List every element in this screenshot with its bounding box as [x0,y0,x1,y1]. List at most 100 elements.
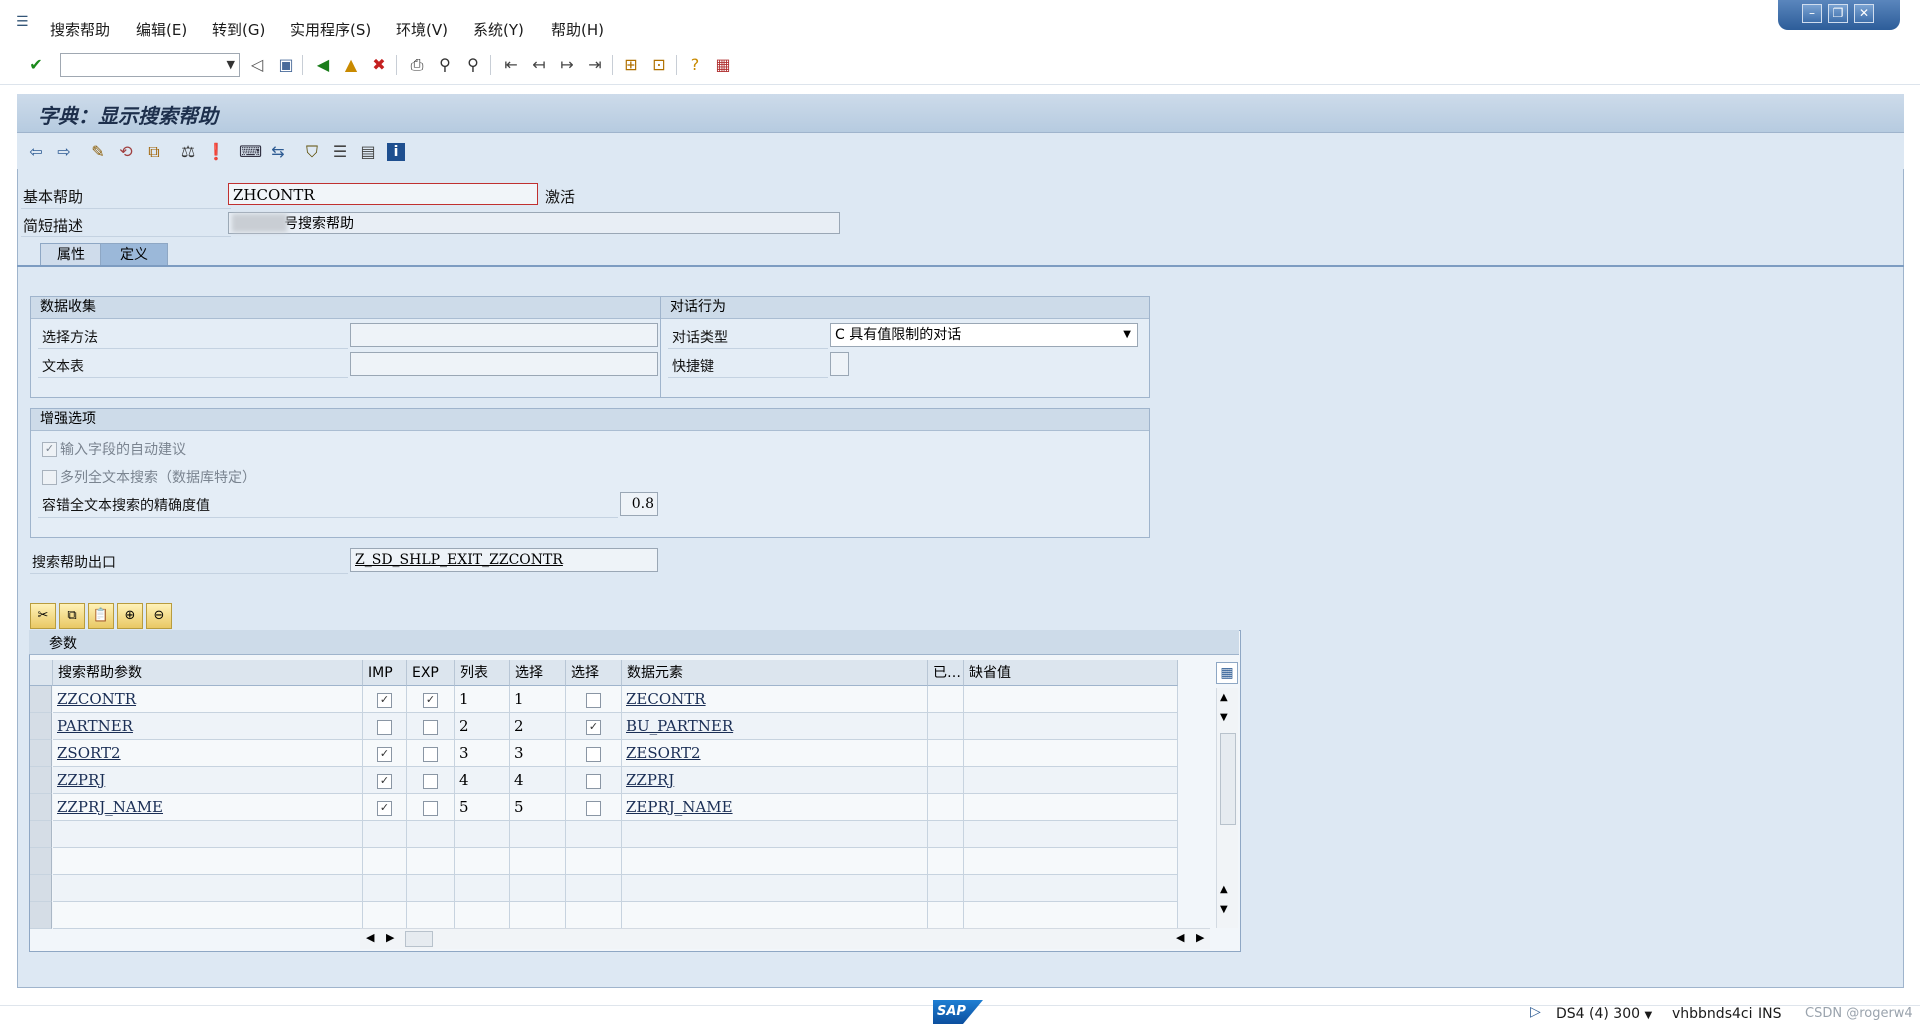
basic-help-field[interactable]: ZHCONTR [228,183,538,205]
column-header[interactable]: IMP [363,660,407,686]
table-cell[interactable] [510,821,566,848]
table-cell[interactable] [928,794,964,821]
table-cell[interactable]: ZZCONTR [53,686,363,713]
hierarchy-icon[interactable]: ⛉ [301,141,323,163]
table-cell[interactable] [407,821,455,848]
column-header[interactable]: EXP [407,660,455,686]
row-checkbox[interactable]: ✓ [377,693,392,708]
table-cell[interactable]: 3 [455,740,510,767]
help-icon[interactable]: ? [684,54,706,76]
find-icon[interactable]: ⚲ [434,54,456,76]
scroll-right-icon[interactable]: ▶ [1196,931,1204,944]
insert-row-icon[interactable]: ⊕ [117,603,143,629]
tab-definition[interactable]: 定义 [100,243,168,266]
check-icon[interactable]: ⚖ [177,141,199,163]
row-selector[interactable] [30,848,52,875]
table-cell[interactable] [363,875,407,902]
cut-icon[interactable]: ✂ [30,603,56,629]
table-cell[interactable] [964,848,1178,875]
column-header[interactable]: 已… [928,660,964,686]
row-checkbox[interactable]: ✓ [377,774,392,789]
scroll-down-icon[interactable]: ▼ [1220,904,1228,915]
scroll-up-icon[interactable]: ▲ [1220,884,1228,895]
table-cell[interactable]: PARTNER [53,713,363,740]
table-cell[interactable]: 3 [510,740,566,767]
save-icon[interactable]: ▣ [275,54,297,76]
table-cell[interactable]: ZSORT2 [53,740,363,767]
command-field[interactable]: ▼ [60,53,240,77]
column-header[interactable]: 选择 [566,660,622,686]
accuracy-input[interactable]: 0.8 [620,492,658,516]
row-selector[interactable] [30,875,52,902]
column-header[interactable]: 数据元素 [622,660,928,686]
row-checkbox[interactable] [377,720,392,735]
documentation-icon[interactable]: ☰ [329,141,351,163]
table-cell[interactable] [407,848,455,875]
table-cell[interactable]: 5 [510,794,566,821]
table-cell[interactable] [964,740,1178,767]
maximize-icon[interactable]: ❐ [1828,4,1848,23]
table-cell[interactable] [53,848,363,875]
chevron-down-icon[interactable]: ▼ [1123,324,1131,346]
row-checkbox[interactable] [423,801,438,816]
other-object-icon[interactable]: ⧉ [143,141,165,163]
menu-item[interactable]: 转到(G) [212,19,265,40]
row-checkbox[interactable]: ✓ [423,693,438,708]
table-cell[interactable] [928,902,964,929]
table-cell[interactable] [510,848,566,875]
close-icon[interactable]: ✕ [1854,4,1874,23]
short-desc-field[interactable]: 号搜索帮助 [228,212,840,234]
status-toggle-icon[interactable]: ▷ [1530,1004,1541,1020]
exit-icon[interactable]: ▲ [340,54,362,76]
scroll-right-icon[interactable]: ▶ [386,931,394,944]
table-cell[interactable]: 5 [455,794,510,821]
table-cell[interactable] [510,902,566,929]
table-cell[interactable]: 1 [510,686,566,713]
table-cell[interactable]: ZZPRJ [622,767,928,794]
find-next-icon[interactable]: ⚲ [462,54,484,76]
system-menu-icon[interactable]: ☰ [16,14,34,30]
back-icon[interactable]: ◀ [312,54,334,76]
table-cell[interactable] [964,686,1178,713]
row-checkbox[interactable]: ✓ [586,720,601,735]
table-cell[interactable] [455,902,510,929]
tab-attributes[interactable]: 属性 [40,243,102,266]
row-selector[interactable] [30,821,52,848]
table-cell[interactable] [455,848,510,875]
table-cell[interactable]: ZECONTR [622,686,928,713]
enter-icon[interactable]: ✔ [25,54,47,76]
row-checkbox[interactable] [586,693,601,708]
row-checkbox[interactable] [423,774,438,789]
row-selector[interactable] [30,740,52,767]
forward-arrow-icon[interactable]: ⇨ [53,141,75,163]
table-cell[interactable] [928,713,964,740]
menu-item[interactable]: 实用程序(S) [290,19,371,40]
scroll-left-icon[interactable]: ◀ [366,931,374,944]
scroll-thumb[interactable] [405,931,433,947]
table-cell[interactable]: ZESORT2 [622,740,928,767]
cancel-icon[interactable]: ✖ [368,54,390,76]
menu-item[interactable]: 环境(V) [396,19,448,40]
table-cell[interactable] [964,821,1178,848]
table-cell[interactable] [928,767,964,794]
back-arrow-icon[interactable]: ⇦ [25,141,47,163]
table-cell[interactable] [964,794,1178,821]
info-icon[interactable]: i [387,143,405,161]
row-selector[interactable] [30,794,52,821]
table-cell[interactable]: 2 [510,713,566,740]
vertical-scrollbar[interactable]: ▲ ▼ ▲ ▼ [1216,688,1238,928]
table-cell[interactable] [363,848,407,875]
menu-item[interactable]: 帮助(H) [551,19,604,40]
table-cell[interactable] [622,821,928,848]
row-checkbox[interactable] [423,720,438,735]
fulltext-checkbox[interactable] [42,470,57,485]
selection-method-input[interactable] [350,323,658,347]
row-checkbox[interactable]: ✓ [377,747,392,762]
row-checkbox[interactable] [423,747,438,762]
exit-input[interactable]: Z_SD_SHLP_EXIT_ZZCONTR [350,548,658,572]
auto-suggest-checkbox[interactable]: ✓ [42,442,57,457]
test-icon[interactable]: ⌨ [239,141,262,163]
previous-page-icon[interactable]: ↤ [528,54,550,76]
scroll-down-icon[interactable]: ▼ [1220,712,1228,723]
table-cell[interactable] [566,848,622,875]
